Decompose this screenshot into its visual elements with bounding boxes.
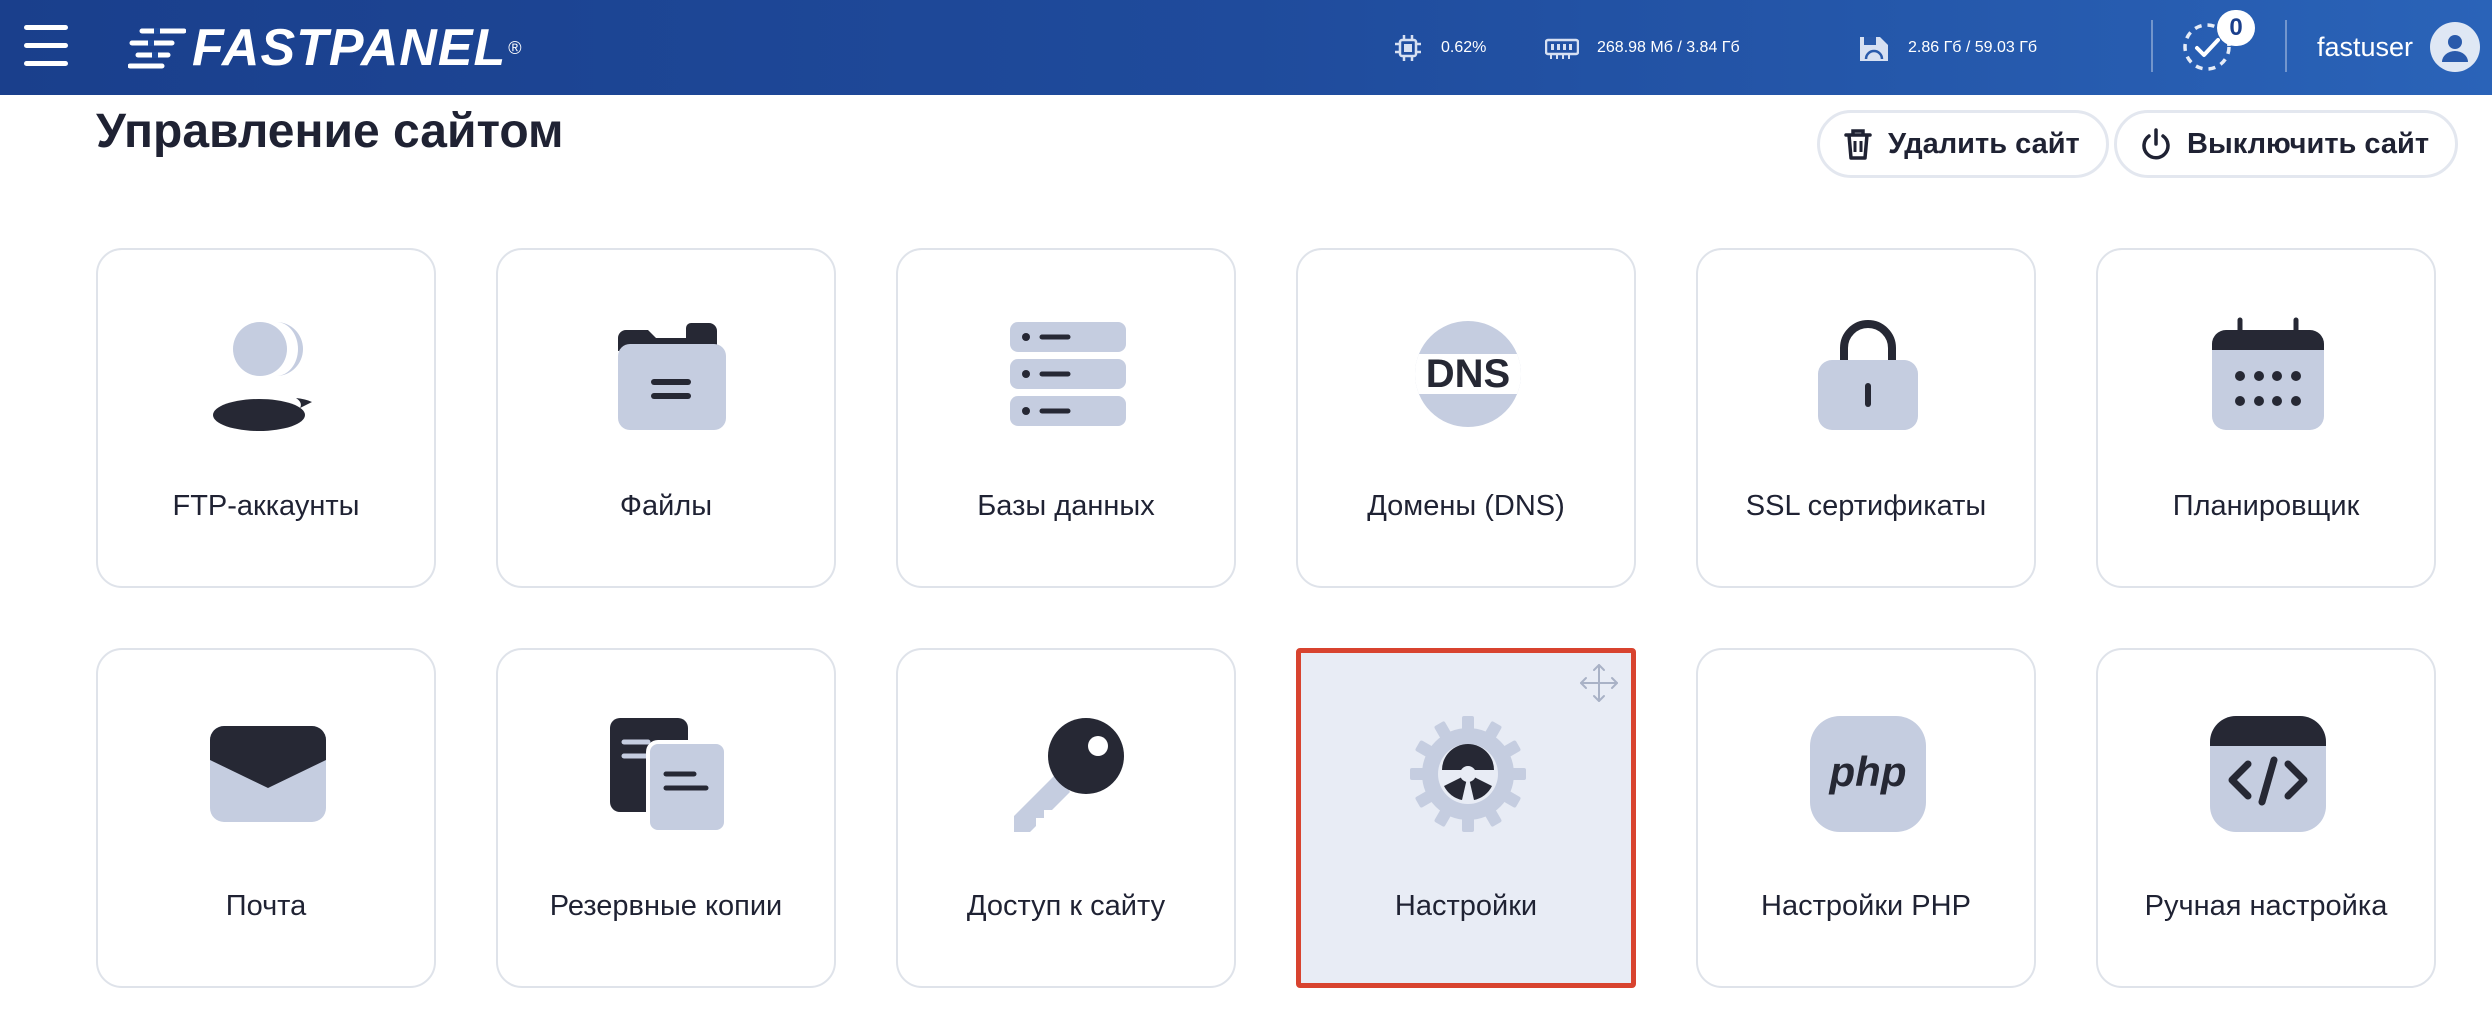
tile-php-settings[interactable]: php Настройки PHP bbox=[1696, 648, 2036, 988]
logo-mark-icon bbox=[128, 28, 186, 69]
cpu-stat: 0.62% bbox=[1393, 0, 1486, 95]
tasks-count-badge: 0 bbox=[2217, 10, 2255, 46]
disk-value: 2.86 Гб / 59.03 Гб bbox=[1908, 38, 2038, 56]
tile-domains-dns[interactable]: DNS Домены (DNS) bbox=[1296, 248, 1636, 588]
tile-label: Настройки bbox=[1394, 890, 1538, 922]
tile-settings[interactable]: Настройки bbox=[1296, 648, 1636, 988]
user-avatar-icon bbox=[2442, 35, 2468, 62]
avatar[interactable] bbox=[2430, 22, 2480, 72]
tile-ftp-accounts[interactable]: FTP-аккаунты bbox=[96, 248, 436, 588]
tile-label: Почта bbox=[225, 890, 307, 922]
tile-label: SSL сертификаты bbox=[1745, 490, 1987, 522]
tile-scheduler[interactable]: Планировщик bbox=[2096, 248, 2436, 588]
cpu-icon bbox=[1395, 34, 1421, 61]
logo[interactable]: FASTPANEL ® bbox=[128, 18, 522, 78]
ram-icon bbox=[1545, 38, 1579, 59]
move-icon[interactable] bbox=[1577, 661, 1621, 705]
code-icon bbox=[2210, 716, 2326, 832]
brand-registered: ® bbox=[508, 37, 522, 58]
tile-label: Резервные копии bbox=[549, 890, 783, 922]
dns-icon: DNS bbox=[1415, 321, 1521, 427]
topbar-divider bbox=[2285, 20, 2287, 72]
tile-label: Планировщик bbox=[2172, 490, 2360, 522]
tile-site-access[interactable]: Доступ к сайту bbox=[896, 648, 1236, 988]
tile-label: Домены (DNS) bbox=[1367, 490, 1565, 522]
tile-label: Базы данных bbox=[977, 490, 1155, 522]
tile-label: Файлы bbox=[619, 490, 713, 522]
tile-mail[interactable]: Почта bbox=[96, 648, 436, 988]
disable-site-button[interactable]: Выключить сайт bbox=[2114, 110, 2459, 178]
user-icon bbox=[213, 322, 312, 431]
tile-label: Ручная настройка bbox=[2144, 890, 2388, 922]
folder-icon bbox=[618, 323, 726, 430]
tile-databases[interactable]: Базы данных bbox=[896, 248, 1236, 588]
top-bar: FASTPANEL ® 0.62% 268.98 Мб / 3.84 Гб 2.… bbox=[0, 0, 2492, 95]
tile-label: FTP-аккаунты bbox=[172, 490, 360, 522]
disable-site-label: Выключить сайт bbox=[2187, 127, 2430, 160]
topbar-divider bbox=[2151, 20, 2153, 72]
php-icon: php bbox=[1810, 716, 1926, 832]
svg-text:DNS: DNS bbox=[1426, 352, 1510, 396]
tile-label: Настройки PHP bbox=[1761, 890, 1971, 922]
menu-icon[interactable] bbox=[24, 25, 68, 66]
mail-icon bbox=[210, 726, 326, 822]
tile-files[interactable]: Файлы bbox=[496, 248, 836, 588]
cpu-value: 0.62% bbox=[1441, 38, 1487, 56]
ram-stat: 268.98 Мб / 3.84 Гб bbox=[1545, 0, 1740, 95]
ram-value: 268.98 Мб / 3.84 Гб bbox=[1597, 38, 1740, 56]
tile-backups[interactable]: Резервные копии bbox=[496, 648, 836, 988]
php-icon-text: php bbox=[1829, 748, 1907, 795]
tile-label: Доступ к сайту bbox=[966, 890, 1166, 922]
delete-site-button[interactable]: Удалить сайт bbox=[1817, 110, 2109, 178]
power-icon bbox=[2142, 128, 2170, 160]
tile-manual-config[interactable]: Ручная настройка bbox=[2096, 648, 2436, 988]
trash-icon bbox=[1844, 129, 1872, 160]
calendar-icon bbox=[2212, 317, 2324, 430]
disk-stat: 2.86 Гб / 59.03 Гб bbox=[1858, 0, 2037, 95]
gear-icon bbox=[1410, 716, 1526, 832]
brand-name: FASTPANEL bbox=[192, 19, 507, 77]
backup-icon bbox=[610, 718, 726, 832]
page-title: Управление сайтом bbox=[96, 105, 564, 158]
username[interactable]: fastuser bbox=[2317, 0, 2413, 95]
delete-site-label: Удалить сайт bbox=[1888, 127, 2080, 160]
key-icon bbox=[1014, 718, 1124, 832]
disk-icon bbox=[1860, 36, 1888, 61]
tile-ssl-certificates[interactable]: SSL сертификаты bbox=[1696, 248, 2036, 588]
database-icon bbox=[1010, 322, 1126, 426]
lock-icon bbox=[1818, 320, 1918, 430]
